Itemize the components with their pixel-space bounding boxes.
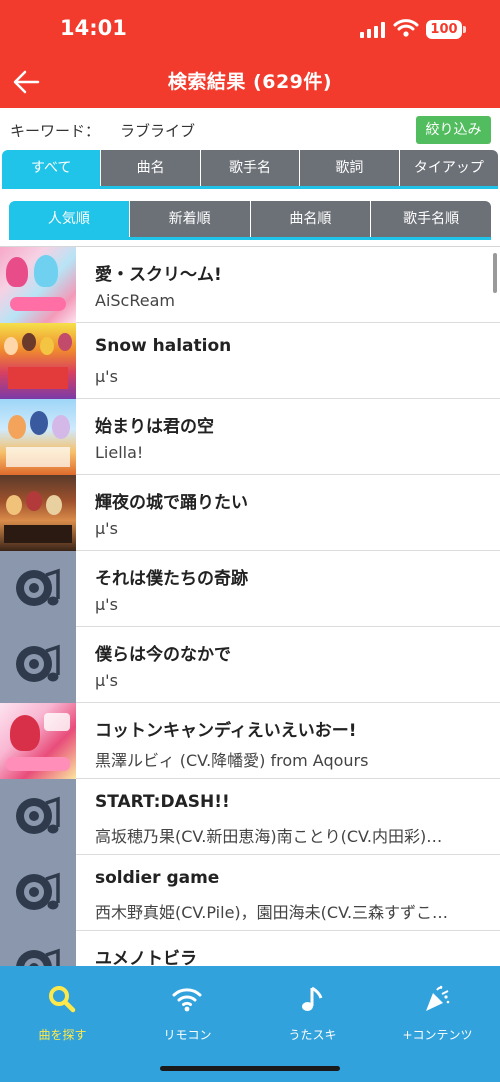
song-title: コットンキャンディえいえいおー! — [95, 721, 357, 741]
song-artist: AiScReam — [95, 291, 175, 310]
song-row[interactable]: それは僕たちの奇跡 μ's — [0, 551, 500, 627]
filter-button[interactable]: 絞り込み — [416, 116, 491, 144]
tab-remote[interactable]: リモコン — [125, 966, 250, 1056]
wifi-status-icon — [393, 19, 419, 37]
disc-music-icon — [0, 551, 76, 627]
song-title: Snow halation — [95, 336, 232, 356]
nav-bar: 検索結果 (629件) — [0, 58, 500, 108]
status-time: 14:01 — [60, 16, 127, 40]
tab-tie-up[interactable]: タイアップ — [398, 150, 499, 186]
result-list[interactable]: 愛・スクリ〜ム! AiScReam Snow halation μ's 始まりは… — [0, 247, 500, 966]
tab-plus-contents[interactable]: +コンテンツ — [375, 966, 500, 1056]
album-art — [0, 703, 76, 779]
search-icon — [49, 986, 76, 1013]
song-artist: 黒澤ルビィ (CV.降幡愛) from Aqours — [95, 751, 369, 770]
song-row[interactable]: コットンキャンディえいえいおー! 黒澤ルビィ (CV.降幡愛) from Aqo… — [0, 703, 500, 779]
bottom-tab-bar: 曲を探す リモコン うたスキ +コンテンツ — [0, 966, 500, 1082]
song-title: ユメノトビラ — [95, 949, 197, 966]
sort-popular[interactable]: 人気順 — [9, 201, 129, 237]
song-title: 愛・スクリ〜ム! — [95, 265, 222, 285]
sort-newest[interactable]: 新着順 — [128, 201, 250, 237]
song-row[interactable]: Snow halation μ's — [0, 323, 500, 399]
app-header: 14:01 100 検索結果 (629件) — [0, 0, 500, 108]
tab-find-songs[interactable]: 曲を探す — [0, 966, 125, 1056]
album-art — [0, 323, 76, 399]
home-indicator — [160, 1066, 340, 1071]
tab-label: リモコン — [163, 1028, 212, 1042]
song-artist: μ's — [95, 595, 118, 614]
song-title: START:DASH!! — [95, 792, 230, 812]
sort-tabs-underline — [9, 237, 491, 240]
tab-utasuki[interactable]: うたスキ — [250, 966, 375, 1056]
song-title: 輝夜の城で踊りたい — [95, 493, 248, 513]
disc-music-icon — [0, 931, 76, 966]
tab-label: 曲を探す — [38, 1028, 87, 1042]
song-row[interactable]: 輝夜の城で踊りたい μ's — [0, 475, 500, 551]
song-row[interactable]: ユメノトビラ — [0, 931, 500, 966]
song-artist: μ's — [95, 671, 118, 690]
song-title: 僕らは今のなかで — [95, 645, 231, 665]
album-art — [0, 475, 76, 551]
song-row[interactable]: START:DASH!! 高坂穂乃果(CV.新田恵海)南ことり(CV.内田彩)… — [0, 779, 500, 855]
song-title: 始まりは君の空 — [95, 417, 214, 437]
song-row[interactable]: 始まりは君の空 Liella! — [0, 399, 500, 475]
song-title: それは僕たちの奇跡 — [95, 569, 248, 589]
song-row[interactable]: 僕らは今のなかで μ's — [0, 627, 500, 703]
category-tabs: すべて 曲名 歌手名 歌詞 タイアップ — [2, 150, 499, 186]
song-row[interactable]: soldier game 西木野真姫(CV.Pile)，園田海未(CV.三森すず… — [0, 855, 500, 931]
page-title: 検索結果 (629件) — [167, 71, 333, 93]
disc-music-icon — [0, 627, 76, 703]
tab-song-name[interactable]: 曲名 — [100, 150, 200, 186]
wifi-icon — [172, 988, 202, 1012]
battery-icon: 100 — [426, 20, 462, 39]
song-artist: 高坂穂乃果(CV.新田恵海)南ことり(CV.内田彩)… — [95, 827, 443, 846]
sort-tabs: 人気順 新着順 曲名順 歌手名順 — [9, 201, 491, 237]
album-art — [0, 399, 76, 475]
disc-music-icon — [0, 855, 76, 931]
tab-artist-name[interactable]: 歌手名 — [199, 150, 300, 186]
cellular-signal-icon — [360, 22, 386, 38]
tab-all[interactable]: すべて — [2, 150, 101, 186]
tab-lyrics[interactable]: 歌詞 — [299, 150, 399, 186]
sort-song-name[interactable]: 曲名順 — [249, 201, 371, 237]
song-artist: μ's — [95, 519, 118, 538]
music-note-icon — [302, 986, 323, 1011]
song-artist: μ's — [95, 367, 118, 386]
tab-label: うたスキ — [288, 1028, 337, 1042]
keyword-value: ラブライブ — [120, 122, 196, 140]
battery-tip — [463, 26, 466, 33]
song-artist: 西木野真姫(CV.Pile)，園田海未(CV.三森すずこ… — [95, 903, 449, 922]
song-row[interactable]: 愛・スクリ〜ム! AiScReam — [0, 247, 500, 323]
sort-artist-name[interactable]: 歌手名順 — [370, 201, 491, 237]
disc-music-icon — [0, 779, 76, 855]
status-bar: 14:01 100 — [0, 0, 500, 58]
song-title: soldier game — [95, 868, 220, 888]
tab-label: +コンテンツ — [402, 1028, 473, 1042]
party-popper-icon — [426, 985, 450, 1011]
list-scrollbar[interactable] — [493, 253, 497, 293]
keyword-label: キーワード： — [10, 122, 101, 140]
category-tabs-underline — [2, 186, 498, 189]
album-art — [0, 247, 76, 323]
song-artist: Liella! — [95, 443, 144, 462]
